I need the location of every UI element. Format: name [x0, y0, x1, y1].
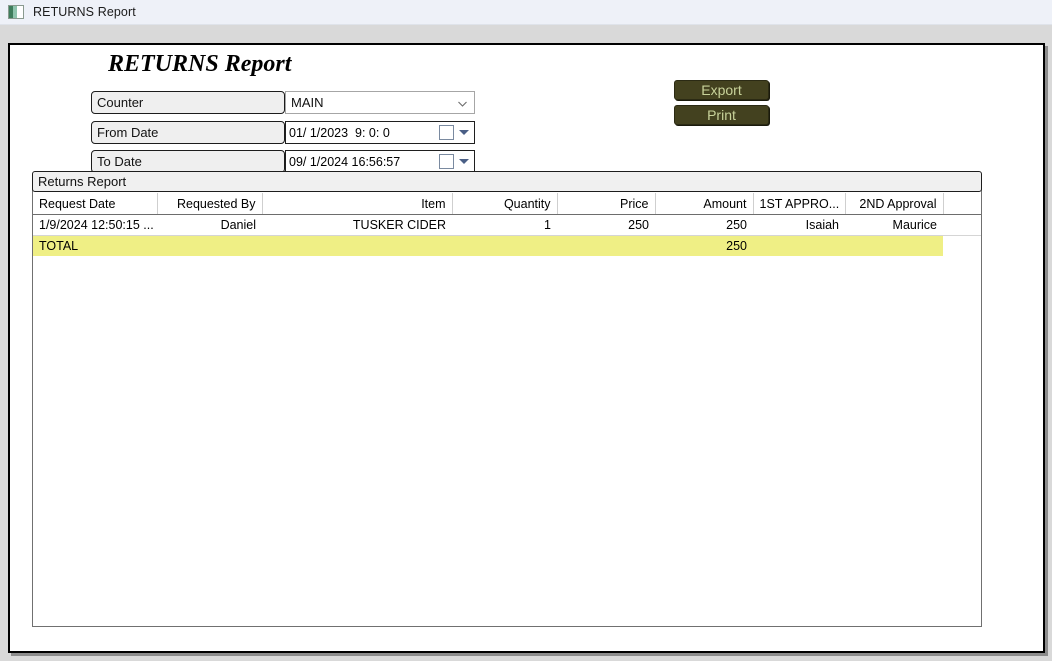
column-header-price[interactable]: Price [557, 193, 656, 215]
total-cell-item [262, 235, 452, 256]
calendar-icon[interactable] [439, 125, 454, 140]
page-title: RETURNS Report [108, 51, 292, 77]
cell-price: 250 [557, 214, 655, 236]
column-header-quantity[interactable]: Quantity [452, 193, 558, 215]
total-cell-amount: 250 [655, 235, 753, 256]
cell-quantity: 1 [452, 214, 557, 236]
application-icon [8, 5, 24, 19]
column-header-filler [943, 193, 981, 215]
from-date-picker[interactable]: 01/ 1/2023 9: 0: 0 [285, 121, 475, 144]
returns-report-form: RETURNS Report Counter From Date To Date… [8, 43, 1045, 653]
total-cell-price [557, 235, 655, 256]
grid-header-row: Request Date Requested By Item Quantity … [33, 193, 981, 215]
cell-request-date: 1/9/2024 12:50:15 ... [33, 214, 157, 236]
counter-label-button[interactable]: Counter [91, 91, 285, 114]
to-date-picker[interactable]: 09/ 1/2024 16:56:57 [285, 150, 475, 173]
total-cell-requested-by [157, 235, 262, 256]
counter-combobox[interactable]: MAIN [285, 91, 475, 114]
grid-group-header: Returns Report [32, 171, 982, 192]
cell-item: TUSKER CIDER [262, 214, 452, 236]
total-cell-filler [943, 235, 981, 256]
returns-data-grid: Request Date Requested By Item Quantity … [33, 193, 981, 256]
cell-requested-by: Daniel [157, 214, 262, 236]
calendar-icon[interactable] [439, 154, 454, 169]
counter-label-text: Counter [97, 95, 144, 110]
total-cell-second-approval [845, 235, 943, 256]
column-header-first-approval[interactable]: 1ST APPRO... [753, 193, 846, 215]
counter-selected-value: MAIN [291, 95, 324, 110]
column-header-second-approval[interactable]: 2ND Approval [845, 193, 944, 215]
total-cell-first-approval [753, 235, 845, 256]
to-date-label-text: To Date [97, 154, 142, 169]
column-header-requested-by[interactable]: Requested By [157, 193, 263, 215]
dropdown-triangle-icon[interactable] [459, 159, 469, 164]
chevron-down-icon[interactable] [458, 101, 467, 107]
cell-amount: 250 [655, 214, 753, 236]
export-button-label: Export [701, 82, 742, 98]
column-header-amount[interactable]: Amount [655, 193, 754, 215]
column-header-request-date[interactable]: Request Date [33, 193, 158, 215]
total-cell-label: TOTAL [33, 235, 157, 256]
cell-second-approval: Maurice [845, 214, 943, 236]
to-date-value: 09/ 1/2024 16:56:57 [289, 154, 401, 169]
export-button[interactable]: Export [674, 80, 769, 100]
grid-group-header-text: Returns Report [38, 174, 127, 189]
table-total-row: TOTAL 250 [33, 235, 981, 256]
total-cell-quantity [452, 235, 557, 256]
from-date-label-text: From Date [97, 125, 159, 140]
from-date-value: 01/ 1/2023 9: 0: 0 [289, 125, 390, 140]
table-row[interactable]: 1/9/2024 12:50:15 ... Daniel TUSKER CIDE… [33, 214, 981, 236]
window-titlebar: RETURNS Report [0, 0, 1052, 25]
window-title: RETURNS Report [33, 5, 136, 19]
print-button[interactable]: Print [674, 105, 769, 125]
dropdown-triangle-icon[interactable] [459, 130, 469, 135]
from-date-label-button[interactable]: From Date [91, 121, 285, 144]
cell-filler [943, 214, 981, 236]
print-button-label: Print [707, 107, 736, 123]
column-header-item[interactable]: Item [262, 193, 453, 215]
cell-first-approval: Isaiah [753, 214, 845, 236]
to-date-label-button[interactable]: To Date [91, 150, 285, 173]
